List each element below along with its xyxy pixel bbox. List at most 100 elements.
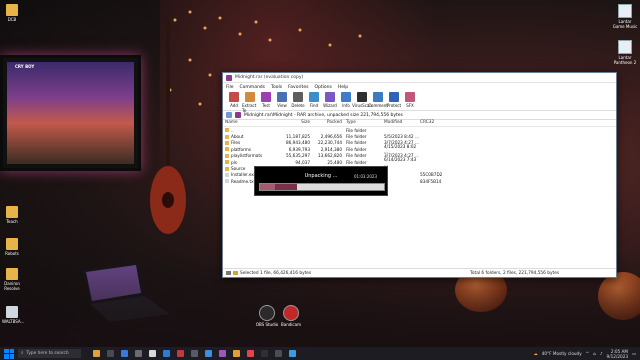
- taskbar-app-icon[interactable]: [247, 350, 254, 357]
- extract-icon: [245, 92, 255, 102]
- chevron-up-icon[interactable]: ^: [586, 351, 590, 356]
- taskbar-app-icon[interactable]: [163, 350, 170, 357]
- taskbar-app-icon[interactable]: [149, 350, 156, 357]
- progress-bar: [259, 183, 385, 191]
- menu-file[interactable]: File: [226, 85, 234, 90]
- desktop-icon-recycle-bin[interactable]: WALTBSA...: [2, 306, 24, 324]
- cell-name-text: Files: [231, 140, 241, 146]
- taskbar-app-icon[interactable]: [219, 350, 226, 357]
- protect-icon: [389, 92, 399, 102]
- toolbar-button-comment[interactable]: Comment: [368, 91, 388, 108]
- taskbar-app-icon[interactable]: [135, 350, 142, 357]
- bandicam-icon: [283, 305, 299, 321]
- menu-commands[interactable]: Commands: [240, 85, 265, 90]
- toolbar-button-delete[interactable]: Delete: [290, 91, 306, 108]
- toolbar-button-wizard[interactable]: Wizard: [322, 91, 338, 108]
- virusscan-icon: [357, 92, 367, 102]
- network-icon[interactable]: ⌂: [593, 351, 596, 356]
- folder-icon: [225, 166, 229, 171]
- toolbar-button-find[interactable]: Find: [306, 91, 322, 108]
- column-modified[interactable]: Modified: [384, 120, 420, 125]
- taskbar-app-icon[interactable]: [233, 350, 240, 357]
- cell-size: 55,635,297: [286, 153, 310, 159]
- desktop-icon-lantar-pantheon[interactable]: Lantar Pantheon 2: [612, 40, 638, 65]
- toolbar-button-view[interactable]: View: [274, 91, 290, 108]
- weather-icon: ☁: [533, 351, 538, 356]
- desktop-icon-robots[interactable]: Robots: [2, 238, 22, 256]
- taskbar-app-icon[interactable]: [107, 350, 114, 357]
- info-icon: [341, 92, 351, 102]
- toolbar-button-sfx[interactable]: SFX: [402, 91, 418, 108]
- column-type[interactable]: Type: [344, 120, 384, 125]
- column-crc32[interactable]: CRC32: [420, 120, 450, 125]
- taskbar-app-icon[interactable]: [177, 350, 184, 357]
- document-icon: [618, 4, 632, 18]
- desktop-icon-label: Daniron Resolve: [4, 281, 20, 291]
- menu-tools[interactable]: Tools: [271, 85, 282, 90]
- weather-text[interactable]: 40°F Mostly cloudy: [542, 351, 582, 356]
- taskbar-app-icon[interactable]: [275, 350, 282, 357]
- wizard-icon: [325, 92, 335, 102]
- taskbar-app-icon[interactable]: [93, 350, 100, 357]
- app-bandicam[interactable]: Bandicam: [281, 305, 301, 327]
- test-icon: [261, 92, 271, 102]
- app-obs-studio[interactable]: OBS Studio: [256, 305, 278, 327]
- cell-crc: 55C0B7D2: [420, 172, 443, 178]
- desktop-icon-label: DCB: [7, 17, 17, 22]
- menu-help[interactable]: Help: [338, 85, 348, 90]
- desktop-icon-teach[interactable]: Teach: [2, 206, 22, 224]
- taskbar-app-icon[interactable]: [289, 350, 296, 357]
- desktop-icon-daniron-resolve[interactable]: Daniron Resolve: [2, 268, 22, 291]
- toolbar-label: SFX: [406, 103, 414, 108]
- desktop-icon-lantar-game-music[interactable]: Lantar Game Music: [612, 4, 638, 29]
- up-folder-icon[interactable]: [226, 112, 232, 118]
- column-size[interactable]: Size: [280, 120, 312, 125]
- system-tray: ☁ 40°F Mostly cloudy ^ ⌂ ♪ 2:05 AM 9/12/…: [534, 349, 640, 359]
- toolbar-button-extract-to[interactable]: Extract To: [242, 91, 258, 113]
- toolbar-label: Wizard: [323, 103, 337, 108]
- taskbar-app-icon[interactable]: [261, 350, 268, 357]
- notification-icon[interactable]: ▭: [632, 351, 636, 356]
- window-titlebar[interactable]: Midnight.rar (evaluation copy): [223, 73, 616, 83]
- desktop-icon-label: Lantar Pantheon 2: [613, 55, 637, 65]
- clock[interactable]: 2:05 AM 9/12/2023: [607, 349, 628, 359]
- start-button[interactable]: [4, 348, 14, 359]
- toolbar-button-test[interactable]: Test: [258, 91, 274, 108]
- toolbar-button-add[interactable]: Add: [226, 91, 242, 108]
- folder-icon: [225, 134, 229, 139]
- cell-name-text: Readme.txt: [231, 178, 256, 184]
- cell-name-text: platforms: [231, 146, 251, 152]
- desktop-icon-dcb[interactable]: DCB: [2, 4, 22, 22]
- toolbar-label: Test: [262, 103, 270, 108]
- sfx-icon: [405, 92, 415, 102]
- cell-size: 94,037: [295, 159, 310, 165]
- taskbar-search[interactable]: ⌕ Type here to search: [18, 349, 81, 358]
- taskbar-app-icon[interactable]: [191, 350, 198, 357]
- taskbar-app-icon[interactable]: [121, 350, 128, 357]
- column-name[interactable]: Name: [223, 120, 280, 125]
- cell-name: ..: [223, 128, 280, 133]
- search-placeholder: Type here to search: [26, 351, 69, 356]
- cell-type: File folder: [346, 153, 367, 159]
- dialog-timer: 01:03:2023: [353, 174, 377, 179]
- cell-name: Files: [223, 140, 280, 145]
- column-packed[interactable]: Packed: [312, 120, 344, 125]
- cell-packed: 2,496,656: [320, 134, 342, 140]
- comment-icon: [373, 92, 383, 102]
- progress-segment: [260, 184, 275, 190]
- cell-packed: 13,662,820: [318, 153, 342, 159]
- menu-options[interactable]: Options: [314, 85, 331, 90]
- menu-favorites[interactable]: Favorites: [288, 85, 308, 90]
- taskbar-app-icon[interactable]: [205, 350, 212, 357]
- archive-path[interactable]: Midnight.rar\Midnight - RAR archive, unp…: [244, 113, 403, 118]
- toolbar-label: Comment: [368, 103, 388, 108]
- key-icon: [233, 271, 238, 275]
- status-selection: Selected 1 file, 66,426,416 bytes: [240, 270, 312, 276]
- cell-crc: 834F5B14: [420, 178, 442, 184]
- search-icon: ⌕: [21, 351, 24, 356]
- toolbar-button-protect[interactable]: Protect: [386, 91, 402, 108]
- cell-name-text: ..: [231, 127, 234, 133]
- volume-icon[interactable]: ♪: [600, 351, 603, 356]
- cell-type: File folder: [346, 146, 367, 152]
- cell-name: pls: [223, 160, 280, 165]
